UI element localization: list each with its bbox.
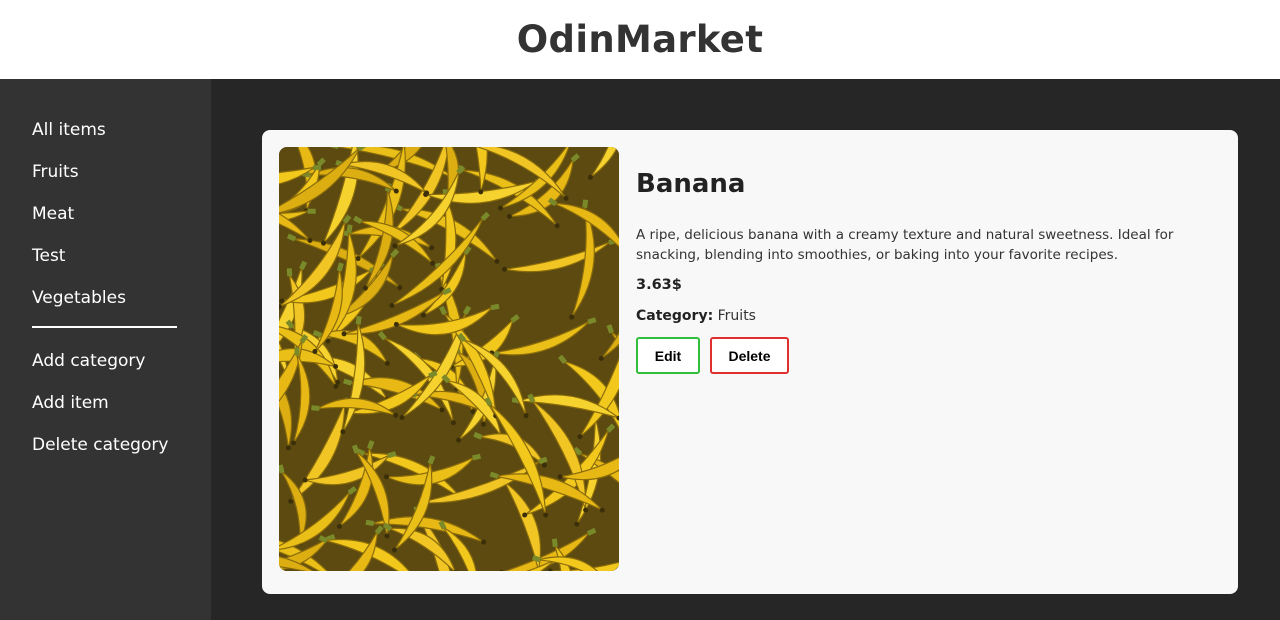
category-label: Category:: [636, 308, 714, 324]
site-header: OdinMarket: [0, 0, 1280, 79]
sidebar-item-fruits[interactable]: Fruits: [32, 161, 211, 203]
sidebar-item-delete-category[interactable]: Delete category: [32, 434, 211, 476]
sidebar-item-meat[interactable]: Meat: [32, 203, 211, 245]
sidebar-item-add-item[interactable]: Add item: [32, 392, 211, 434]
product-name: Banana: [636, 169, 746, 199]
product-price: 3.63$: [636, 277, 682, 293]
site-logo[interactable]: OdinMarket: [517, 18, 763, 61]
delete-button[interactable]: Delete: [710, 337, 789, 374]
category-value: Fruits: [717, 308, 756, 324]
product-actions: Edit Delete: [636, 337, 1204, 374]
sidebar-divider: [32, 326, 177, 328]
sidebar-item-all-items[interactable]: All items: [32, 119, 211, 161]
page-body: All items Fruits Meat Test Vegetables Ad…: [0, 79, 1280, 620]
sidebar: All items Fruits Meat Test Vegetables Ad…: [0, 79, 211, 620]
product-category: Category: Fruits: [636, 308, 1204, 324]
edit-button[interactable]: Edit: [636, 337, 700, 374]
banana-photo: [279, 147, 619, 571]
sidebar-item-test[interactable]: Test: [32, 245, 211, 287]
product-image: [279, 147, 619, 571]
sidebar-item-vegetables[interactable]: Vegetables: [32, 287, 211, 329]
product-info: Banana A ripe, delicious banana with a c…: [619, 147, 1204, 577]
product-description: A ripe, delicious banana with a creamy t…: [636, 227, 1174, 263]
main-content: Banana A ripe, delicious banana with a c…: [211, 79, 1280, 620]
product-card: Banana A ripe, delicious banana with a c…: [262, 130, 1238, 594]
sidebar-item-add-category[interactable]: Add category: [32, 350, 211, 392]
